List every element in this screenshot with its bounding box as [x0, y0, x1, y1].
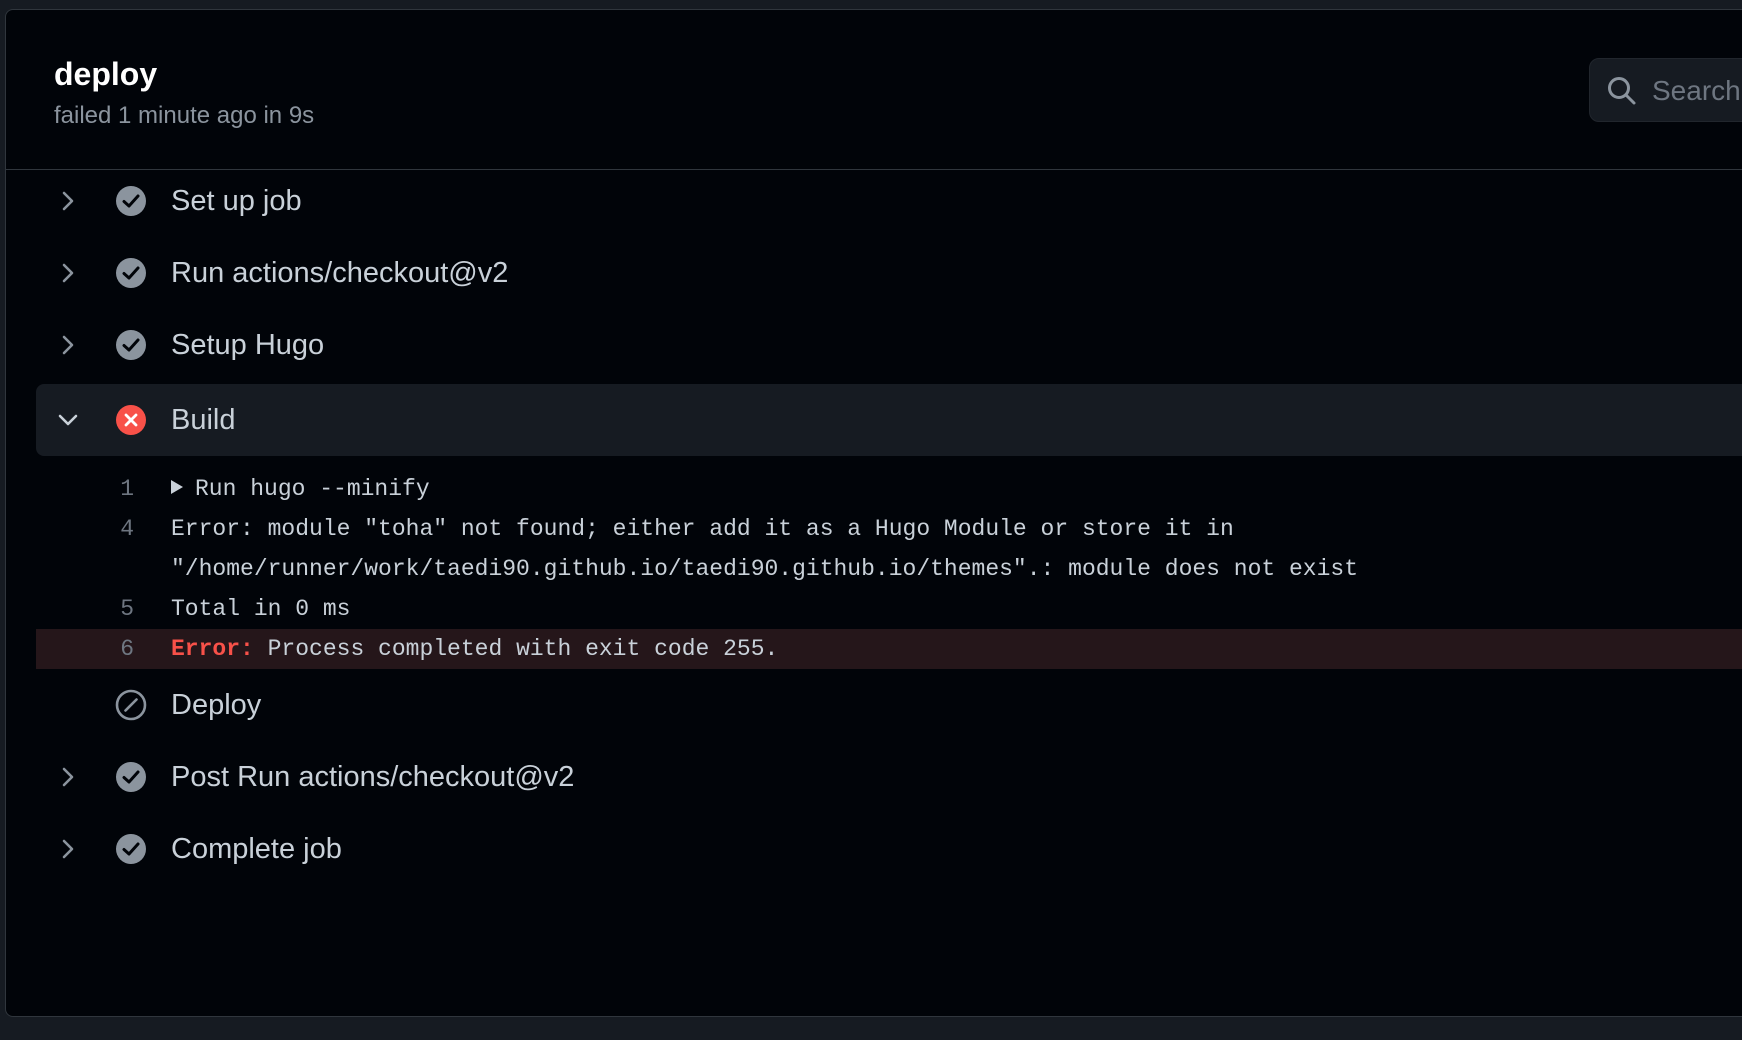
step-run-checkout[interactable]: Run actions/checkout@v2 [36, 237, 1742, 309]
log-search-box[interactable] [1589, 58, 1742, 122]
chevron-right-icon[interactable] [54, 331, 82, 359]
step-label: Post Run actions/checkout@v2 [171, 761, 575, 793]
step-label: Set up job [171, 185, 302, 217]
step-set-up-job[interactable]: Set up job [36, 165, 1742, 237]
log-line-number[interactable]: 6 [36, 629, 134, 669]
step-label: Deploy [171, 689, 262, 721]
step-post-run-checkout[interactable]: Post Run actions/checkout@v2 [36, 741, 1742, 813]
chevron-right-icon[interactable] [54, 187, 82, 215]
log-line-text: Process completed with exit code 255. [253, 636, 779, 662]
chevron-right-icon[interactable] [54, 763, 82, 791]
log-line-error[interactable]: 6 Error: Process completed with exit cod… [36, 629, 1742, 669]
check-circle-icon [116, 834, 146, 864]
log-line-number[interactable]: 5 [36, 589, 134, 629]
step-setup-hugo[interactable]: Setup Hugo [36, 309, 1742, 381]
x-circle-icon [116, 405, 146, 435]
expand-triangle-icon[interactable] [171, 479, 183, 494]
log-line[interactable]: 5 Total in 0 ms [36, 589, 1742, 629]
log-line-number[interactable]: 4 [36, 509, 134, 549]
log-search-input[interactable] [1652, 71, 1742, 111]
log-line-number[interactable]: 1 [36, 469, 134, 509]
check-circle-icon [116, 258, 146, 288]
check-circle-icon [116, 330, 146, 360]
step-deploy: Deploy [36, 669, 1742, 741]
job-status-subtitle: failed 1 minute ago in 9s [54, 102, 315, 129]
chevron-right-icon[interactable] [54, 835, 82, 863]
job-header: deploy failed 1 minute ago in 9s [6, 10, 1742, 170]
step-label: Build [171, 404, 236, 436]
check-circle-icon [116, 762, 146, 792]
chevron-down-icon[interactable] [54, 406, 82, 434]
job-title: deploy [54, 56, 158, 92]
log-line[interactable]: 1 Run hugo --minify [36, 469, 1742, 509]
log-line-continuation: "/home/runner/work/taedi90.github.io/tae… [36, 549, 1742, 589]
log-line-text: Run hugo --minify [195, 476, 430, 502]
log-line[interactable]: 4 Error: module "toha" not found; either… [36, 509, 1742, 549]
log-line-text: Error: module "toha" not found; either a… [171, 516, 1234, 542]
step-label: Setup Hugo [171, 329, 325, 361]
log-line-text: Total in 0 ms [171, 596, 351, 622]
step-label: Complete job [171, 833, 342, 865]
build-log: 1 Run hugo --minify 4 Error: module "toh… [36, 469, 1742, 669]
step-label: Run actions/checkout@v2 [171, 257, 509, 289]
error-label: Error: [171, 636, 254, 662]
log-line-text: "/home/runner/work/taedi90.github.io/tae… [171, 556, 1358, 582]
step-build[interactable]: Build [36, 384, 1742, 456]
skip-icon [115, 689, 147, 721]
search-icon [1608, 77, 1636, 105]
step-complete-job[interactable]: Complete job [36, 813, 1742, 885]
check-circle-icon [116, 186, 146, 216]
job-log-panel: deploy failed 1 minute ago in 9s Set up … [5, 9, 1742, 1017]
chevron-right-icon[interactable] [54, 259, 82, 287]
